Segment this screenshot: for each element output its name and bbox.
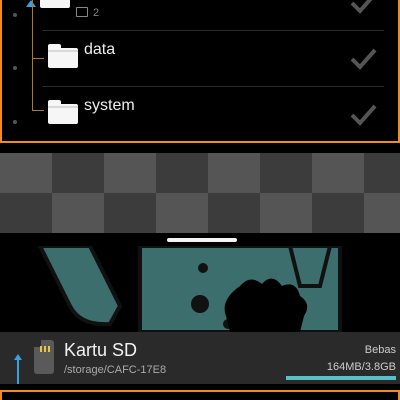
folder-tree-panel: 2 data system bbox=[0, 0, 400, 143]
next-panel-edge bbox=[0, 390, 400, 400]
storage-progress-fill bbox=[286, 376, 396, 380]
storage-free-label: Bebas bbox=[364, 344, 396, 356]
check-icon[interactable] bbox=[348, 44, 378, 74]
tree-dot bbox=[13, 66, 17, 70]
drag-handle[interactable] bbox=[167, 238, 237, 242]
tree-dot bbox=[13, 13, 17, 17]
tree-connector-line bbox=[32, 0, 33, 110]
sd-card-icon bbox=[34, 340, 54, 374]
folder-name: system bbox=[84, 97, 135, 114]
folder-icon bbox=[40, 0, 70, 8]
wallpaper-image bbox=[0, 246, 400, 332]
tree-connector-branch bbox=[32, 58, 44, 59]
tree-connector-line bbox=[17, 360, 19, 384]
transparency-checker-background bbox=[0, 153, 400, 233]
storage-path: /storage/CAFC-17E8 bbox=[64, 364, 167, 376]
check-icon[interactable] bbox=[348, 100, 378, 130]
storage-title: Kartu SD bbox=[64, 340, 138, 360]
tree-connector-branch bbox=[32, 110, 44, 111]
row-divider bbox=[42, 30, 384, 31]
subfolder-count: 2 bbox=[93, 7, 100, 19]
folder-icon bbox=[48, 44, 78, 68]
folder-icon bbox=[48, 100, 78, 124]
storage-progress-bar bbox=[286, 376, 396, 380]
row-divider bbox=[42, 86, 384, 87]
storage-usage: 164MB/3.8GB bbox=[326, 361, 396, 373]
subfolder-count-icon bbox=[76, 7, 88, 17]
tree-up-arrow-icon bbox=[26, 0, 36, 7]
folder-name: data bbox=[84, 41, 116, 58]
check-icon[interactable] bbox=[348, 0, 378, 18]
wallpaper-illustration bbox=[10, 246, 395, 332]
tree-dot bbox=[13, 120, 17, 124]
